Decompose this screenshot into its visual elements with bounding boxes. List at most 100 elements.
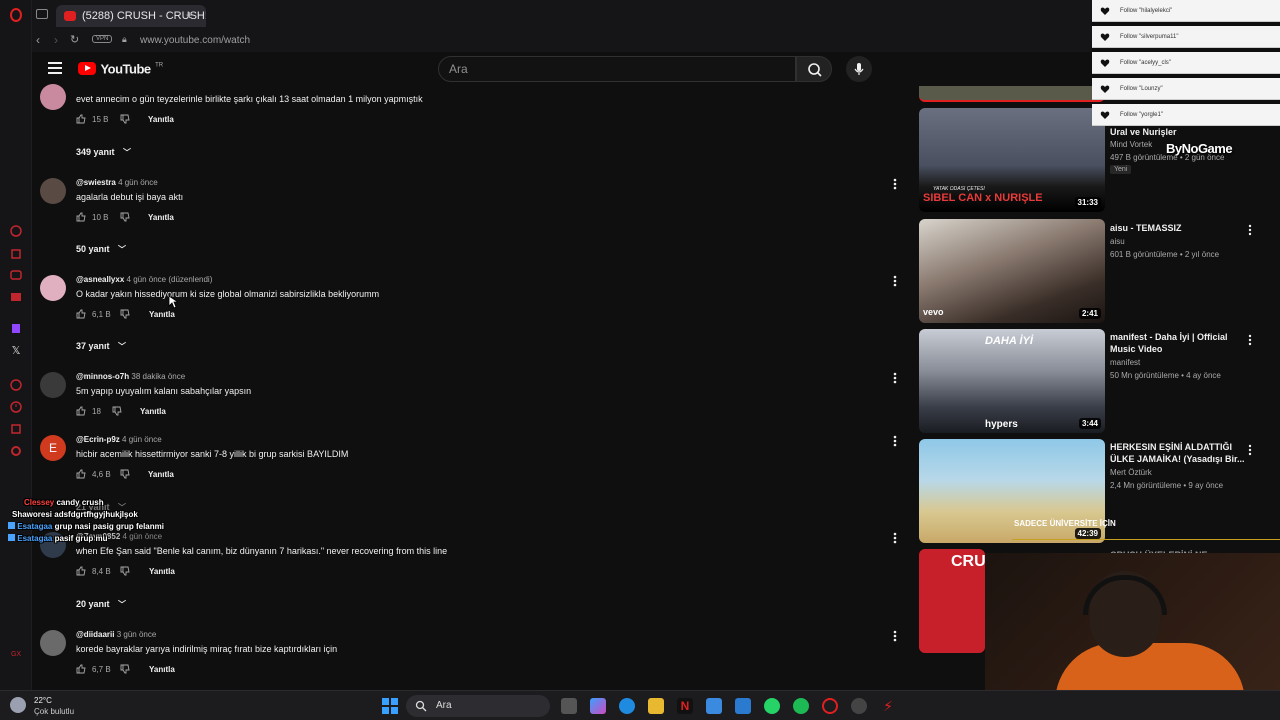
reply-button[interactable]: Yanıtla [148,213,174,222]
video-title[interactable]: HERKESIN EŞİNİ ALDATTIĞI ÜLKE JAMAİKA! (… [1110,441,1246,465]
dislike-icon[interactable] [120,566,130,576]
search-button[interactable] [796,56,832,82]
avatar[interactable] [40,84,66,110]
obs-icon[interactable] [851,698,867,714]
follow-text: Follow "silverpuma11" [1120,34,1179,40]
sidebar-extensions-icon[interactable] [9,422,23,436]
youtube-logo[interactable]: YouTube TR [78,60,163,78]
mail-icon[interactable] [735,698,751,714]
comment-username[interactable]: @swiestra [76,178,116,187]
video-channel[interactable]: aisu [1110,237,1125,246]
sidebar-gx-label[interactable]: GX [9,648,23,662]
opera-logo-icon[interactable] [9,8,23,22]
reply-button[interactable]: Yanıtla [140,407,166,416]
sidebar-mail-icon[interactable] [9,290,23,304]
hamburger-menu-icon[interactable] [48,62,62,74]
reply-button[interactable]: Yanıtla [148,470,174,479]
dislike-icon[interactable] [120,212,130,222]
video-channel[interactable]: manifest [1110,358,1140,367]
previous-video-thumb-strip[interactable] [919,86,1105,102]
video-channel[interactable]: Mind Vortek [1110,140,1152,149]
avatar[interactable] [40,372,66,398]
avatar[interactable] [40,178,66,204]
back-arrow-icon[interactable]: ‹ [36,33,40,47]
video-thumbnail[interactable]: vevo 2:41 [919,219,1105,323]
chat-message: Clessey candy crush [24,498,180,510]
comment-username[interactable]: @minnos-o7h [76,372,129,381]
replies-toggle[interactable]: 37 yanıt ﹀ [76,341,126,352]
sidebar-bag-icon[interactable] [9,246,23,260]
like-icon[interactable] [76,566,86,576]
replies-toggle[interactable]: 349 yanıt ﹀ [76,147,131,158]
sidebar-messenger-icon[interactable] [9,224,23,238]
video-channel[interactable]: Mert Öztürk [1110,468,1152,477]
more-options-icon[interactable] [890,176,900,192]
new-tab-button[interactable]: + [186,8,193,22]
comment-username[interactable]: @Ecrin-p9z [76,435,120,444]
replies-toggle[interactable]: 20 yanıt ﹀ [76,599,126,610]
more-options-icon[interactable] [1247,443,1253,457]
comment-text: hicbir acemilik hissettirmiyor sanki 7-8… [76,449,349,459]
task-view-icon[interactable] [561,698,577,714]
video-thumbnail[interactable]: CRU [919,549,985,653]
avatar[interactable]: E [40,435,66,461]
more-options-icon[interactable] [890,273,900,289]
more-options-icon[interactable] [890,433,900,449]
more-options-icon[interactable] [1247,333,1253,347]
forward-arrow-icon[interactable]: › [54,33,58,47]
tab-youtube[interactable]: (5288) CRUSH - CRUSH! | ... [56,5,206,27]
twitch-icon[interactable] [9,322,23,336]
dislike-icon[interactable] [120,469,130,479]
voice-search-button[interactable] [846,56,872,82]
more-options-icon[interactable] [1247,223,1253,237]
dislike-icon[interactable] [120,309,130,319]
like-icon[interactable] [76,406,86,416]
avatar[interactable] [40,630,66,656]
vpn-badge[interactable]: VPN [92,35,113,43]
file-explorer-icon[interactable] [648,698,664,714]
url-text[interactable]: www.youtube.com/watch [140,35,250,46]
lightning-app-icon[interactable]: ⚡︎ [880,698,896,714]
like-icon[interactable] [76,469,86,479]
like-icon[interactable] [76,114,86,124]
replies-toggle[interactable]: 50 yanıt ﹀ [76,244,126,255]
workspaces-icon[interactable] [36,9,48,19]
dislike-icon[interactable] [120,114,130,124]
reload-icon[interactable]: ↻ [70,33,79,46]
like-icon[interactable] [76,309,86,319]
avatar[interactable] [40,275,66,301]
windows-start-icon[interactable] [382,698,398,714]
dislike-icon[interactable] [120,664,130,674]
x-twitter-icon[interactable]: 𝕏 [9,344,23,358]
like-count: 6,1 B [92,310,111,319]
more-options-icon[interactable] [890,628,900,644]
dislike-icon[interactable] [112,406,122,416]
sidebar-history-icon[interactable] [9,400,23,414]
like-icon[interactable] [76,664,86,674]
whatsapp-icon[interactable] [764,698,780,714]
more-options-icon[interactable] [890,370,900,386]
video-thumbnail[interactable]: YATAK ODASI ÇETESI SIBEL CAN x NURIŞLE 3… [919,108,1105,212]
reply-button[interactable]: Yanıtla [149,310,175,319]
sidebar-player-icon[interactable] [9,378,23,392]
edge-icon[interactable] [619,698,635,714]
taskbar-search[interactable]: Ara [406,695,550,717]
netflix-icon[interactable]: N [677,698,693,714]
video-thumbnail[interactable]: DAHA İYİ hypers 3:44 [919,329,1105,433]
store-icon[interactable] [706,698,722,714]
settings-gear-icon[interactable] [9,444,23,458]
like-icon[interactable] [76,212,86,222]
spotify-icon[interactable] [793,698,809,714]
reply-button[interactable]: Yanıtla [149,665,175,674]
comment-username[interactable]: @diidaarii [76,630,114,639]
more-options-icon[interactable] [890,530,900,546]
video-title[interactable]: aisu - TEMASSIZ [1110,222,1246,234]
copilot-icon[interactable] [590,698,606,714]
reply-button[interactable]: Yanıtla [148,115,174,124]
comment-username[interactable]: @asneallyxx [76,275,124,284]
reply-button[interactable]: Yanıtla [149,567,175,576]
video-title[interactable]: manifest - Daha İyi | Official Music Vid… [1110,331,1246,355]
sidebar-chat-icon[interactable] [9,268,23,282]
opera-gx-icon[interactable] [822,698,838,714]
search-input[interactable]: Ara [438,56,796,82]
